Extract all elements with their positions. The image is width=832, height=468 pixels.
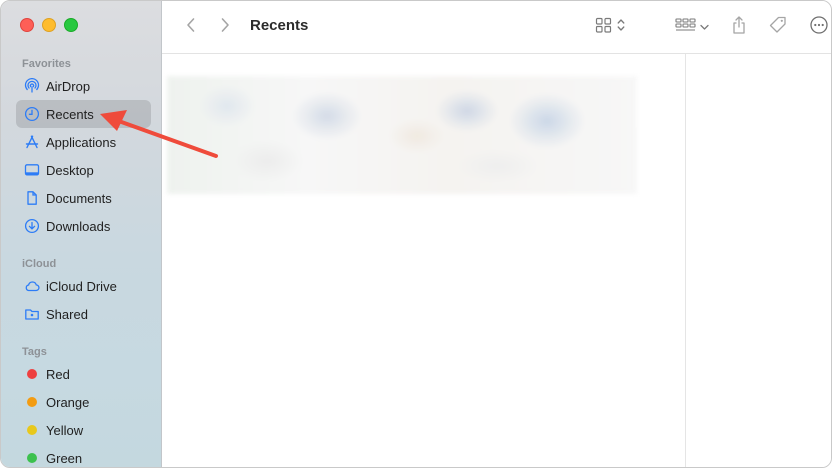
sidebar-item-desktop[interactable]: Desktop (16, 156, 151, 184)
close-window-button[interactable] (20, 18, 34, 32)
sidebar-item-tag-green[interactable]: Green (16, 444, 151, 467)
sidebar-item-airdrop[interactable]: AirDrop (16, 72, 151, 100)
window-title: Recents (250, 17, 309, 34)
sidebar-item-downloads[interactable]: Downloads (16, 212, 151, 240)
sidebar-item-label: Documents (46, 190, 112, 206)
tag-dot-red (27, 369, 37, 379)
tag-dot-orange (27, 397, 37, 407)
shared-folder-icon (24, 306, 40, 322)
tag-button[interactable] (766, 15, 790, 39)
chevron-right-icon (219, 17, 231, 38)
cloud-icon (24, 278, 40, 294)
group-by-button[interactable] (672, 15, 712, 39)
tag-dot-yellow (27, 425, 37, 435)
sidebar-item-label: Green (46, 450, 83, 466)
sidebar-item-label: Desktop (46, 162, 94, 178)
sidebar-item-label: Shared (46, 306, 88, 322)
sidebar: Favorites AirDrop Recents Applications D… (1, 1, 162, 467)
share-button[interactable] (728, 15, 750, 39)
sidebar-item-label: Orange (46, 394, 90, 410)
airdrop-icon (24, 78, 40, 94)
sidebar-item-applications[interactable]: Applications (16, 128, 151, 156)
sidebar-item-label: Yellow (46, 422, 84, 438)
document-icon (24, 190, 40, 206)
sidebar-item-tag-yellow[interactable]: Yellow (16, 416, 151, 444)
section-title-favorites: Favorites (22, 58, 71, 70)
window-controls (20, 18, 78, 32)
more-icon (809, 15, 829, 40)
more-actions-button[interactable] (808, 15, 830, 39)
chevron-left-icon (185, 17, 197, 38)
chevron-updown-icon (617, 18, 625, 37)
minimize-window-button[interactable] (42, 18, 56, 32)
sidebar-item-shared[interactable]: Shared (16, 300, 151, 328)
clock-icon (24, 106, 40, 122)
tag-dot-green (27, 453, 37, 463)
sidebar-item-label: Red (46, 366, 70, 382)
zoom-window-button[interactable] (64, 18, 78, 32)
section-title-icloud: iCloud (22, 258, 57, 270)
chevron-down-icon (700, 18, 709, 36)
toolbar: Recents (162, 1, 831, 54)
sidebar-item-documents[interactable]: Documents (16, 184, 151, 212)
recent-files-thumbnails[interactable] (167, 76, 637, 194)
group-by-icon (675, 17, 697, 38)
finder-window: Favorites AirDrop Recents Applications D… (0, 0, 832, 468)
file-browser-content (162, 54, 831, 467)
desktop-icon (24, 162, 40, 178)
grid-view-icon (595, 17, 613, 38)
sidebar-item-label: AirDrop (46, 78, 91, 94)
preview-pane-divider[interactable] (685, 54, 686, 467)
download-icon (24, 218, 40, 234)
sidebar-item-label: Recents (46, 106, 94, 122)
sidebar-item-tag-orange[interactable]: Orange (16, 388, 151, 416)
sidebar-item-tag-red[interactable]: Red (16, 360, 151, 388)
sidebar-item-label: iCloud Drive (46, 278, 117, 294)
sidebar-item-label: Applications (46, 134, 117, 150)
sidebar-item-icloud-drive[interactable]: iCloud Drive (16, 272, 151, 300)
sidebar-item-label: Downloads (46, 218, 111, 234)
sidebar-item-recents[interactable]: Recents (16, 100, 151, 128)
section-title-tags: Tags (22, 346, 47, 358)
view-options-button[interactable] (590, 15, 630, 39)
forward-button[interactable] (214, 15, 236, 39)
back-button[interactable] (180, 15, 202, 39)
share-icon (731, 15, 747, 40)
applications-icon (24, 134, 40, 150)
tag-icon (768, 15, 788, 40)
